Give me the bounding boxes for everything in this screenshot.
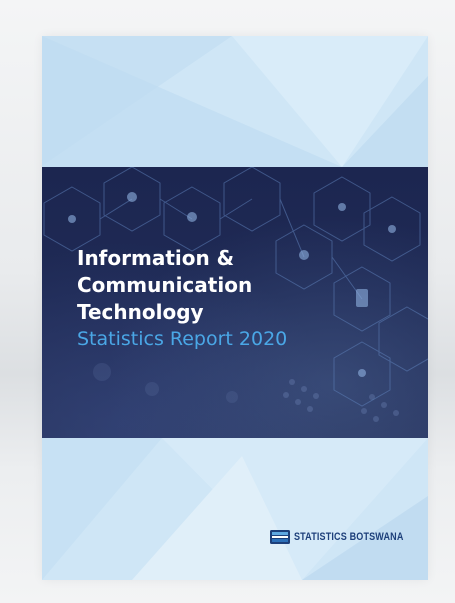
title-line-2: Communication	[77, 273, 253, 297]
report-title: Information & Communication Technology	[77, 245, 252, 326]
title-line-3: Technology	[77, 300, 204, 324]
report-cover: Information & Communication Technology S…	[42, 36, 428, 580]
publisher-logo: STATISTICS BOTSWANA	[270, 530, 428, 544]
cover-image-band: Information & Communication Technology S…	[42, 167, 428, 438]
title-line-1: Information &	[77, 246, 235, 270]
statistics-botswana-logo-icon	[270, 530, 290, 544]
publisher-name: STATISTICS BOTSWANA	[294, 531, 404, 543]
report-subtitle: Statistics Report 2020	[77, 328, 288, 350]
